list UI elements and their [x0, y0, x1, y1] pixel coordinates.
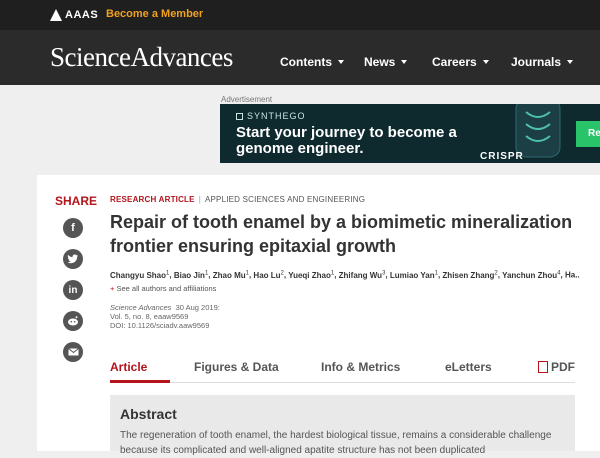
- article-category[interactable]: APPLIED SCIENCES AND ENGINEERING: [205, 195, 365, 204]
- article-tabs: Article Figures & Data Info & Metrics eL…: [110, 353, 575, 383]
- citation-block: Science Advances 30 Aug 2019: Vol. 5, no…: [110, 303, 220, 330]
- author[interactable]: Lumiao Yan1: [390, 270, 438, 280]
- ad-brand: SYNTHEGO: [236, 111, 306, 121]
- chevron-down-icon: [338, 60, 344, 64]
- ad-headline: Start your journey to become a genome en…: [236, 124, 457, 157]
- abstract-section: Abstract The regeneration of tooth ename…: [110, 395, 575, 456]
- email-icon[interactable]: [63, 342, 83, 362]
- plus-icon: +: [110, 284, 115, 293]
- facebook-icon[interactable]: f: [63, 218, 83, 238]
- share-label: SHARE: [55, 194, 98, 208]
- linkedin-icon[interactable]: in: [63, 280, 83, 300]
- pub-date: 30 Aug 2019:: [175, 303, 220, 312]
- abstract-heading: Abstract: [120, 406, 177, 422]
- article-title: Repair of tooth enamel by a biomimetic m…: [110, 212, 573, 256]
- tab-article[interactable]: Article: [110, 360, 147, 374]
- tab-figures-data[interactable]: Figures & Data: [194, 360, 279, 374]
- become-member-link[interactable]: Become a Member: [106, 8, 203, 20]
- chevron-down-icon: [567, 60, 574, 64]
- tab-info-metrics[interactable]: Info & Metrics: [321, 360, 400, 374]
- author[interactable]: Zhifang Wu3: [339, 270, 386, 280]
- article-type[interactable]: RESEARCH ARTICLE: [110, 195, 195, 204]
- twitter-icon[interactable]: [63, 249, 83, 269]
- ad-cta-button[interactable]: Re: [576, 121, 600, 147]
- nav-contents[interactable]: Contents: [280, 55, 344, 69]
- author[interactable]: Yueqi Zhao1: [288, 270, 334, 280]
- chevron-down-icon: [401, 60, 408, 64]
- author-list: Changyu Shao1, Biao Jin1, Zhao Mu1, Hao …: [110, 270, 580, 280]
- abstract-text: The regeneration of tooth enamel, the ha…: [120, 430, 552, 456]
- tab-eletters[interactable]: eLetters: [445, 360, 492, 374]
- reddit-icon[interactable]: [63, 311, 83, 331]
- aaas-logo[interactable]: AAAS: [50, 9, 98, 21]
- nav-journals[interactable]: Journals: [511, 55, 574, 69]
- chevron-down-icon: [482, 60, 489, 64]
- nav-careers[interactable]: Careers: [432, 55, 489, 69]
- top-bar: AAAS Become a Member: [0, 0, 600, 30]
- ad-crispr-text: CRISPR: [480, 151, 524, 162]
- science-advances-logo[interactable]: ScienceAdvances: [50, 42, 233, 73]
- author[interactable]: Yanchun Zhou4: [502, 270, 560, 280]
- nav-news[interactable]: News: [364, 55, 408, 69]
- aaas-mark-icon: [50, 9, 62, 21]
- volume-info[interactable]: Vol. 5, no. 8, eaaw9569: [110, 312, 220, 321]
- synthego-icon: [236, 112, 243, 120]
- journal-name: Science Advances: [110, 303, 172, 312]
- doi[interactable]: DOI: 10.1126/sciadv.aaw9569: [110, 321, 220, 330]
- pdf-icon: [538, 361, 548, 373]
- author[interactable]: Hao Lu2: [253, 270, 283, 280]
- author[interactable]: Biao Jin1: [174, 270, 208, 280]
- author[interactable]: Ha...: [565, 271, 580, 280]
- see-all-authors-link[interactable]: + See all authors and affiliations: [110, 284, 216, 293]
- author[interactable]: Zhisen Zhang2: [442, 270, 497, 280]
- ad-label: Advertisement: [221, 95, 273, 104]
- advertisement-banner[interactable]: SYNTHEGO Start your journey to become a …: [220, 104, 600, 163]
- article-meta: RESEARCH ARTICLE | APPLIED SCIENCES AND EN…: [110, 195, 366, 204]
- active-tab-indicator: [110, 380, 170, 383]
- tab-pdf[interactable]: PDF: [538, 360, 575, 374]
- author[interactable]: Changyu Shao1: [110, 270, 169, 280]
- author[interactable]: Zhao Mu1: [213, 270, 249, 280]
- site-header: ScienceAdvances Contents News Careers Jo…: [0, 30, 600, 85]
